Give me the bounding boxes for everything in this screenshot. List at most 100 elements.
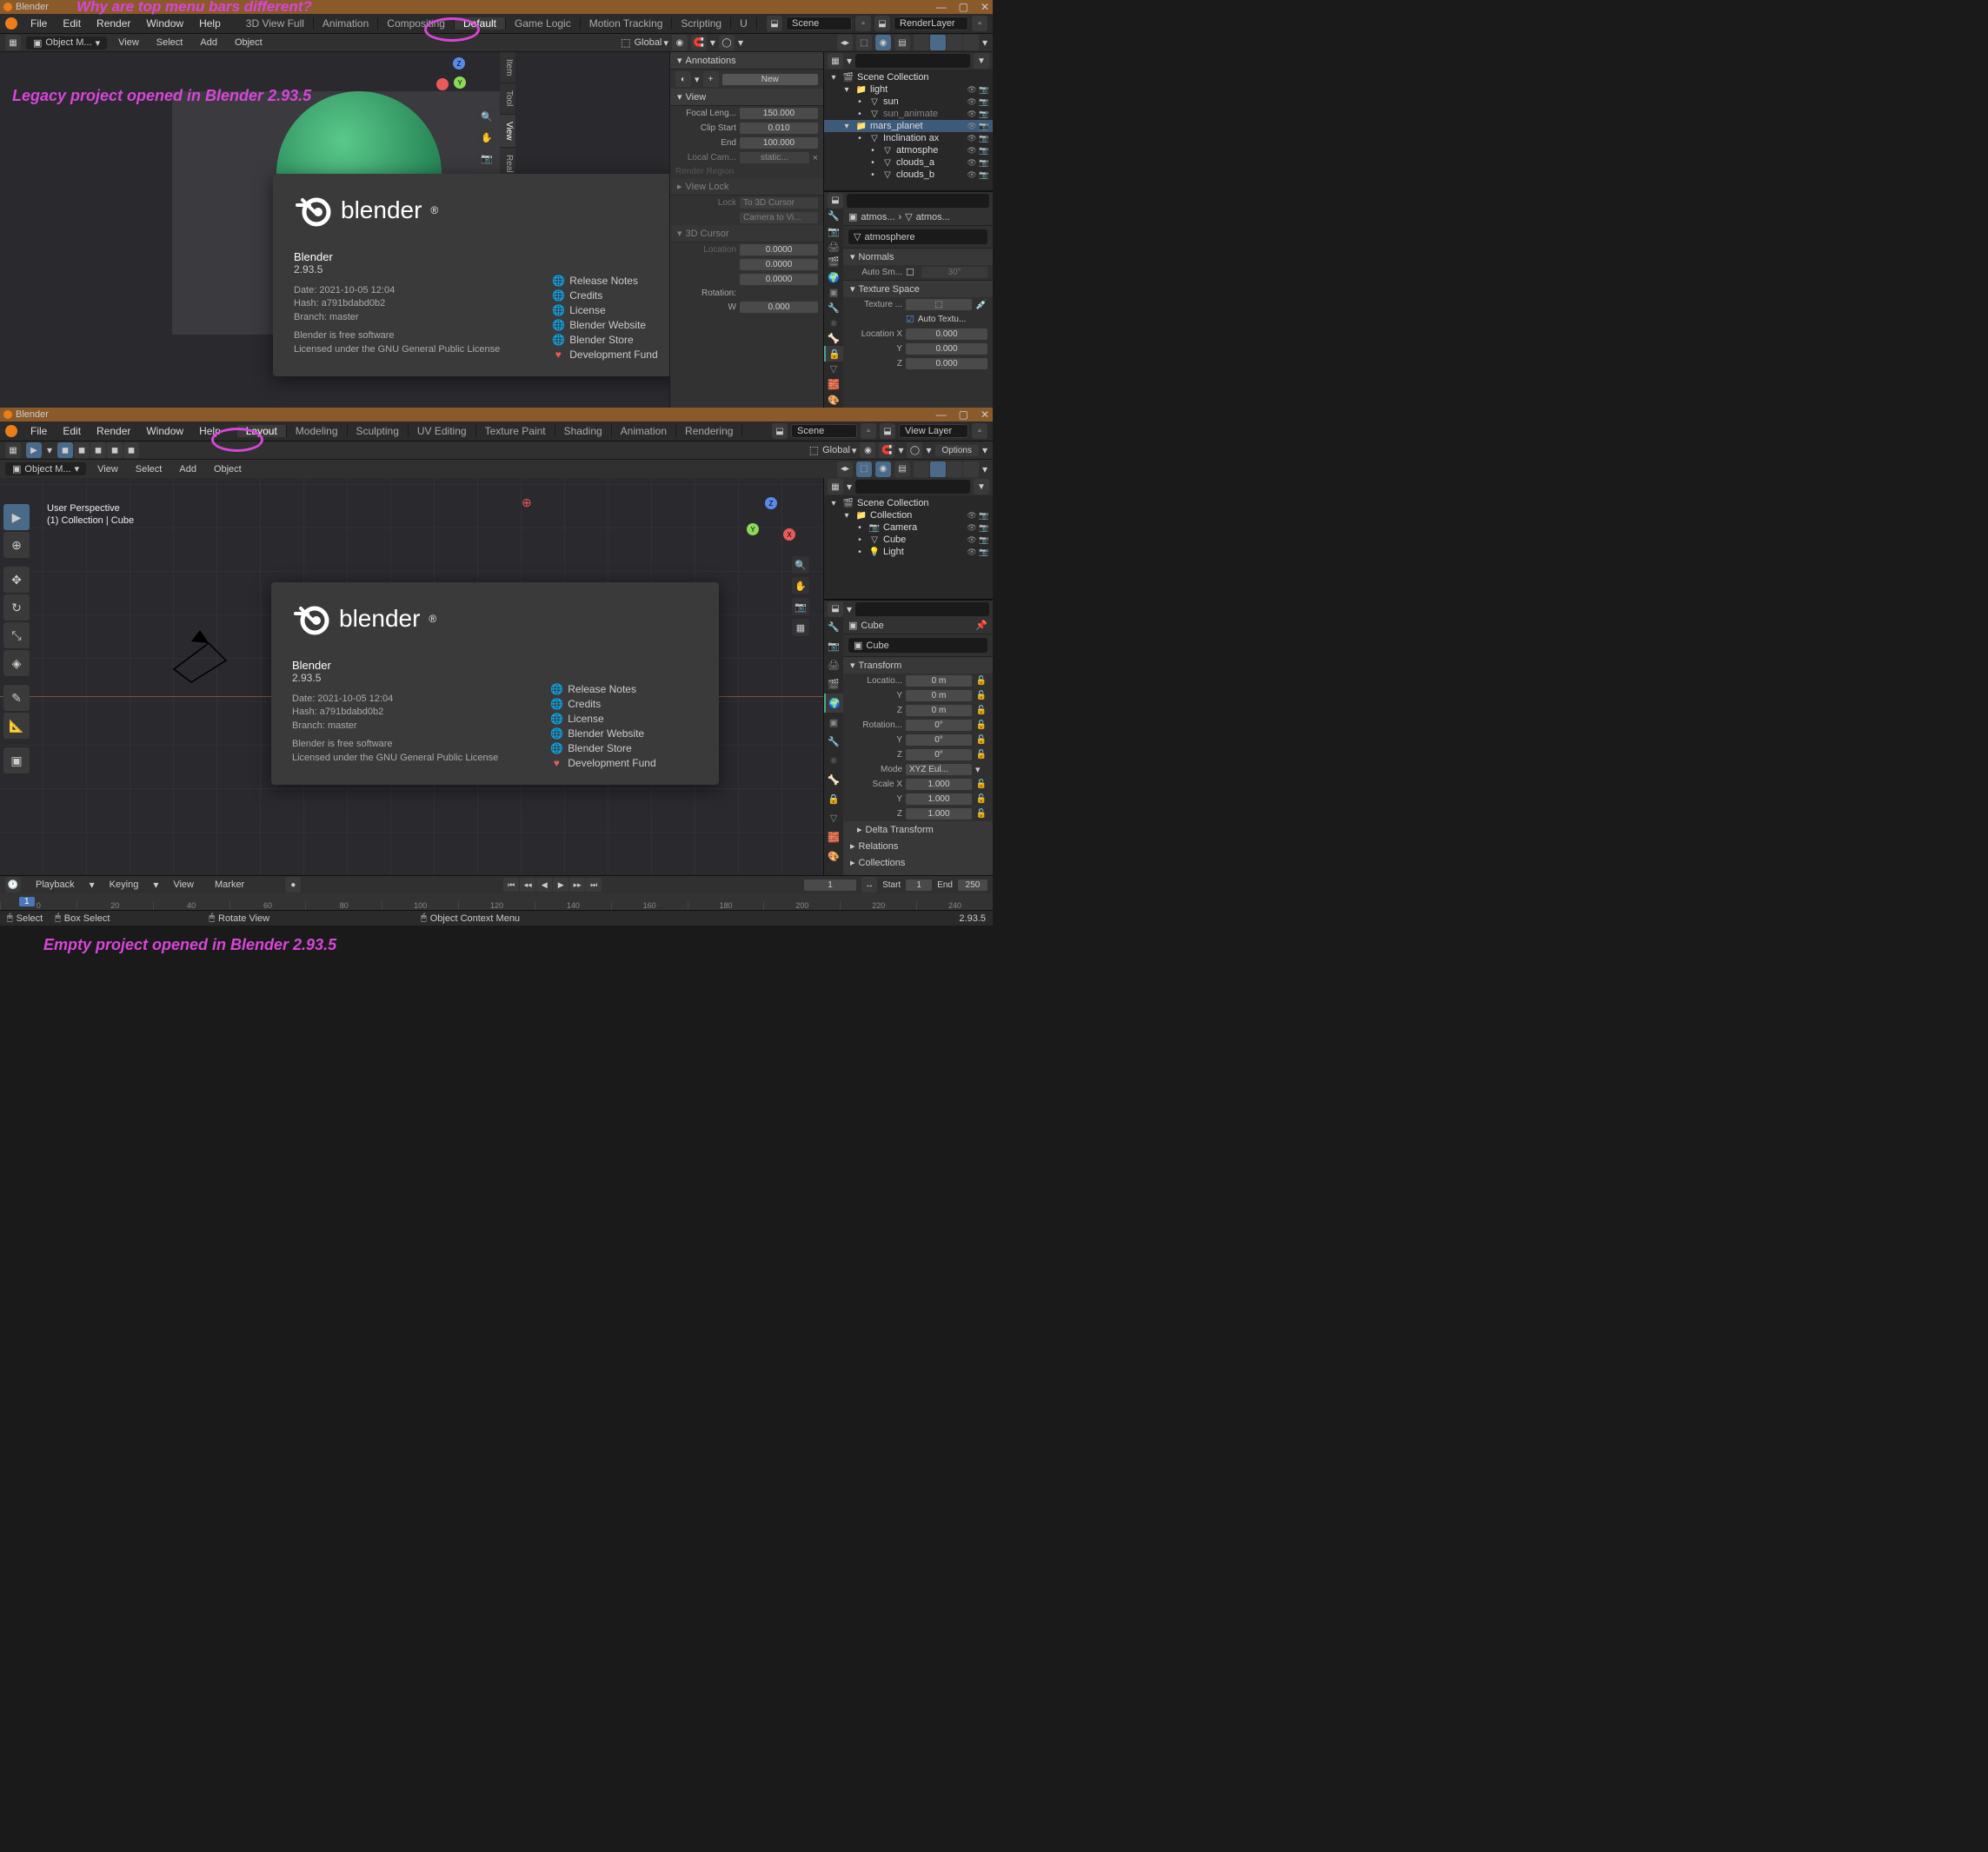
property-tab-1[interactable]: 📷 <box>824 224 843 240</box>
render-visibility-icon[interactable]: 📷 <box>979 158 989 168</box>
window-maximize-icon[interactable]: ▢ <box>959 408 968 421</box>
visibility-icon[interactable]: 👁 <box>967 511 977 521</box>
outliner-item[interactable]: •▽atmosphe👁📷 <box>824 144 993 156</box>
wireframe-shading-icon[interactable] <box>914 461 929 477</box>
gizmo-toggle-icon[interactable]: ⬚ <box>856 461 872 477</box>
select-mode-subtract-icon[interactable]: ◼ <box>90 442 106 458</box>
view-lock-header[interactable]: ▸View Lock <box>670 178 823 196</box>
timeline-track[interactable]: 1 020406080100120140160180200220240 <box>0 893 993 910</box>
rotation-x-input[interactable]: 0° <box>906 720 972 731</box>
y-axis-icon[interactable]: Y <box>747 523 759 535</box>
menu-help[interactable]: Help <box>191 17 229 30</box>
cam-to-view-toggle[interactable]: Camera to Vi... <box>740 212 818 223</box>
properties-search[interactable] <box>855 602 989 616</box>
property-tab-2[interactable]: 🖨 <box>824 655 843 674</box>
workspace-tab-motion-tracking[interactable]: Motion Tracking <box>581 17 673 30</box>
perspective-icon[interactable]: ▦ <box>792 619 809 636</box>
expand-icon[interactable]: ▾ <box>841 511 853 521</box>
x-axis-icon[interactable]: X <box>783 528 795 541</box>
filter-icon[interactable]: ▼ <box>974 53 989 69</box>
keyframe-next-icon[interactable]: ▸▸ <box>569 878 585 892</box>
visibility-icon[interactable]: 👁 <box>967 110 977 119</box>
lock-icon[interactable]: 🔓 <box>975 706 987 715</box>
expand-icon[interactable]: • <box>854 134 866 143</box>
visibility-icon[interactable]: 👁 <box>967 146 977 156</box>
new-layer-icon[interactable]: ▫ <box>972 423 987 439</box>
rotation-z-input[interactable]: 0° <box>906 749 972 760</box>
autokey-icon[interactable]: ● <box>285 877 301 893</box>
keyframe-prev-icon[interactable]: ◂◂ <box>520 878 535 892</box>
outliner-item[interactable]: •▽clouds_a👁📷 <box>824 156 993 169</box>
xray-icon[interactable]: ▤ <box>894 35 910 50</box>
expand-icon[interactable]: ▾ <box>841 122 853 131</box>
zoom-icon[interactable]: 🔍 <box>478 108 495 125</box>
property-tab-3[interactable]: 🎬 <box>824 674 843 694</box>
chevron-down-icon[interactable]: ▾ <box>47 444 52 456</box>
scale-x-input[interactable]: 1.000 <box>906 779 972 790</box>
cursor-z-input[interactable]: 0.0000 <box>740 274 818 285</box>
checkbox-checked[interactable]: ☑ <box>906 314 914 325</box>
menu-render[interactable]: Render <box>89 425 138 437</box>
chevron-down-icon[interactable]: ▾ <box>710 37 715 49</box>
chevron-down-icon[interactable]: ▾ <box>695 74 700 85</box>
lock-icon[interactable]: 🔓 <box>975 691 987 700</box>
menu-edit[interactable]: Edit <box>55 17 89 30</box>
render-visibility-icon[interactable]: 📷 <box>979 146 989 156</box>
datablock-name-input[interactable]: ▽ atmosphere <box>848 229 987 244</box>
outliner-item[interactable]: ▾📁mars_planet👁📷 <box>824 120 993 132</box>
xray-icon[interactable]: ▤ <box>894 461 910 477</box>
navigation-gizmo[interactable]: Z Y X <box>745 495 797 548</box>
link-release-notes[interactable]: 🌐Release Notes <box>550 683 655 695</box>
workspace-tab-scripting[interactable]: Scripting <box>672 17 731 30</box>
chevron-down-icon[interactable]: ▾ <box>847 481 852 493</box>
browse-scene-icon[interactable]: ⬓ <box>767 16 782 31</box>
texloc-x-input[interactable]: 0.000 <box>906 329 987 340</box>
add-icon[interactable]: + <box>703 71 719 87</box>
pivot-icon[interactable]: ◉ <box>672 35 688 50</box>
normals-section-header[interactable]: ▾Normals <box>843 249 993 265</box>
render-visibility-icon[interactable]: 📷 <box>979 535 989 545</box>
texloc-z-input[interactable]: 0.000 <box>906 358 987 369</box>
snap-icon[interactable]: 🧲 <box>691 35 707 50</box>
selectability-icon[interactable]: ◂▸ <box>837 461 853 477</box>
pivot-icon[interactable]: ◉ <box>860 442 875 458</box>
menu-file[interactable]: File <box>23 425 55 437</box>
lock-icon[interactable]: 🔓 <box>975 676 987 686</box>
timeline-playback[interactable]: Playback <box>30 880 81 890</box>
link-devfund[interactable]: ♥Development Fund <box>550 757 655 769</box>
texture-space-header[interactable]: ▾Texture Space <box>843 281 993 297</box>
chevron-down-icon[interactable]: ▾ <box>982 463 987 475</box>
property-tab-10[interactable]: ▽ <box>824 808 843 827</box>
new-layer-icon[interactable]: ▫ <box>972 16 987 31</box>
editor-type-icon[interactable]: ⬓ <box>828 601 843 617</box>
3d-viewport[interactable]: Z Y 🔍 ✋ 📷 ▦ <box>0 52 669 408</box>
outliner-item[interactable]: •▽Cube👁📷 <box>824 534 993 546</box>
timeline-keying[interactable]: Keying <box>103 880 145 890</box>
property-tab-11[interactable]: 🧱 <box>824 377 843 393</box>
select-mode-extend-icon[interactable]: ◼ <box>74 442 90 458</box>
blender-logo-icon[interactable] <box>5 17 17 30</box>
link-release-notes[interactable]: 🌐Release Notes <box>552 275 657 287</box>
workspace-tab-animation[interactable]: Animation <box>314 17 378 30</box>
outliner-item[interactable]: •▽Inclination ax👁📷 <box>824 132 993 144</box>
header-view[interactable]: View <box>112 37 145 48</box>
lock-icon[interactable]: 🔓 <box>975 720 987 730</box>
visibility-icon[interactable]: 👁 <box>967 158 977 168</box>
expand-icon[interactable]: • <box>854 535 866 545</box>
chevron-down-icon[interactable]: ▾ <box>982 37 987 49</box>
cursor-tool[interactable]: ⊕ <box>3 532 30 558</box>
rendered-shading-icon[interactable] <box>963 35 979 50</box>
workspace-tab-texture-paint[interactable]: Texture Paint <box>476 425 555 437</box>
outliner-search-input[interactable] <box>855 54 970 68</box>
window-close-icon[interactable]: ✕ <box>981 408 989 421</box>
transform-orientation-dropdown[interactable]: Global ▾ <box>635 37 668 49</box>
cursor-w-input[interactable]: 0.000 <box>740 302 818 313</box>
render-visibility-icon[interactable]: 📷 <box>979 548 989 557</box>
jump-start-icon[interactable]: ⏮ <box>503 878 519 892</box>
workspace-tab-u[interactable]: U <box>731 17 757 30</box>
npanel-tab-item[interactable]: Item <box>500 52 515 83</box>
editor-type-icon[interactable]: ▦ <box>5 442 21 458</box>
header-add[interactable]: Add <box>194 37 223 48</box>
property-tab-5[interactable]: ▣ <box>824 285 843 301</box>
expand-icon[interactable]: • <box>854 97 866 107</box>
